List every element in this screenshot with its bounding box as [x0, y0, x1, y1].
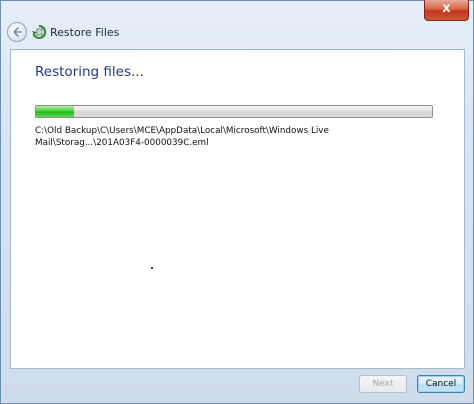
- next-button[interactable]: Next: [359, 375, 407, 393]
- restore-files-icon: [32, 24, 47, 39]
- progress-bar: [35, 105, 433, 118]
- close-button[interactable]: x: [424, 0, 469, 21]
- close-icon: x: [442, 1, 451, 16]
- window-title: Restore Files: [50, 26, 120, 39]
- current-file-path: C:\Old Backup\C\Users\MCE\AppData\Local\…: [35, 126, 329, 148]
- progress-bar-fill: [36, 106, 74, 117]
- stray-dot: [151, 267, 153, 269]
- content-panel: Restoring files... C:\Old Backup\C\Users…: [10, 49, 465, 369]
- footer: Next Cancel: [10, 368, 465, 401]
- page-title: Restoring files...: [35, 64, 144, 80]
- restore-files-window: x Restore Files Restoring files... C:\Ol…: [0, 0, 474, 404]
- cancel-button[interactable]: Cancel: [417, 375, 465, 393]
- back-button[interactable]: [7, 22, 27, 42]
- back-arrow-icon: [13, 27, 22, 37]
- title-bar: Restore Files: [1, 19, 473, 47]
